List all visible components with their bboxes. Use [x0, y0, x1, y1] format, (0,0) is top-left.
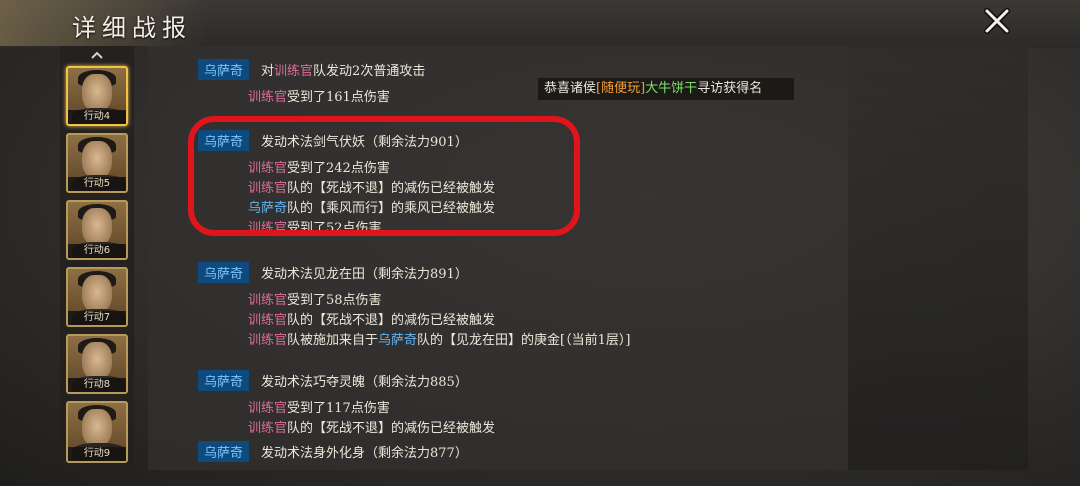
log-row: 乌萨奇 发动术法身外化身（剩余法力877） — [148, 441, 468, 462]
unit-badge: 乌萨奇 — [198, 262, 250, 283]
page-title: 详细战报 — [72, 14, 192, 42]
sidebar-item-label: 行动9 — [68, 447, 126, 461]
unit-badge: 乌萨奇 — [198, 130, 250, 151]
sidebar-item-label: 行动4 — [68, 110, 126, 124]
unit-badge: 乌萨奇 — [198, 59, 250, 80]
general-portrait — [82, 208, 112, 246]
battle-report-panel: 乌萨奇 对训练官队发动2次普通攻击 训练官受到了161点伤害 恭喜诸侯[随便玩]大… — [148, 46, 1028, 470]
log-row: 训练官队被施加来自于乌萨奇队的【见龙在田】的庚金[（当前1层）] — [248, 333, 631, 348]
log-row: 乌萨奇 发动术法剑气伏妖（剩余法力901） — [148, 130, 468, 151]
log-row: 乌萨奇 对训练官队发动2次普通攻击 — [148, 59, 425, 80]
sidebar-item-action5[interactable]: 行动5 — [66, 133, 128, 193]
log-row: 训练官队的【死战不退】的减伤已经被触发 — [248, 421, 496, 436]
battle-log[interactable]: 乌萨奇 对训练官队发动2次普通攻击 训练官受到了161点伤害 恭喜诸侯[随便玩]大… — [148, 46, 848, 470]
log-row: 乌萨奇 发动术法见龙在田（剩余法力891） — [148, 262, 468, 283]
close-x-icon — [984, 8, 1010, 34]
action-sidebar[interactable]: 行动4 行动5 行动6 行动7 行动8 行动9 — [60, 46, 134, 470]
sidebar-item-label: 行动5 — [68, 177, 126, 191]
unit-badge: 乌萨奇 — [198, 441, 250, 462]
general-portrait — [82, 409, 112, 447]
sidebar-item-action7[interactable]: 行动7 — [66, 267, 128, 327]
log-row: 训练官受到了52点伤害 — [248, 221, 382, 236]
general-portrait — [82, 275, 112, 313]
unit-badge: 乌萨奇 — [198, 370, 250, 391]
log-row: 训练官受到了58点伤害 — [248, 293, 382, 308]
sidebar-item-label: 行动7 — [68, 311, 126, 325]
system-notice: 恭喜诸侯[随便玩]大牛饼干寻访获得名 — [538, 78, 794, 100]
background-art — [848, 46, 1028, 470]
log-row: 训练官受到了161点伤害 — [248, 90, 390, 105]
log-row: 训练官队的【死战不退】的减伤已经被触发 — [248, 181, 496, 196]
sidebar-item-action9[interactable]: 行动9 — [66, 401, 128, 463]
general-portrait — [82, 342, 112, 380]
general-portrait — [82, 74, 112, 112]
scroll-up-button[interactable] — [60, 46, 134, 64]
sidebar-item-action8[interactable]: 行动8 — [66, 334, 128, 394]
sidebar-item-action4[interactable]: 行动4 — [66, 66, 128, 126]
sidebar-item-label: 行动8 — [68, 378, 126, 392]
sidebar-item-label: 行动6 — [68, 244, 126, 258]
log-row: 乌萨奇队的【乘风而行】的乘风已经被触发 — [248, 201, 496, 216]
log-row: 乌萨奇 发动术法巧夺灵魄（剩余法力885） — [148, 370, 468, 391]
chevron-up-icon — [91, 51, 103, 59]
log-row: 训练官受到了117点伤害 — [248, 401, 390, 416]
log-row: 训练官受到了242点伤害 — [248, 161, 390, 176]
close-button[interactable] — [980, 4, 1014, 38]
general-portrait — [82, 141, 112, 179]
log-row: 训练官队的【死战不退】的减伤已经被触发 — [248, 313, 496, 328]
title-bar: 详细战报 — [0, 0, 1080, 48]
sidebar-item-action6[interactable]: 行动6 — [66, 200, 128, 260]
